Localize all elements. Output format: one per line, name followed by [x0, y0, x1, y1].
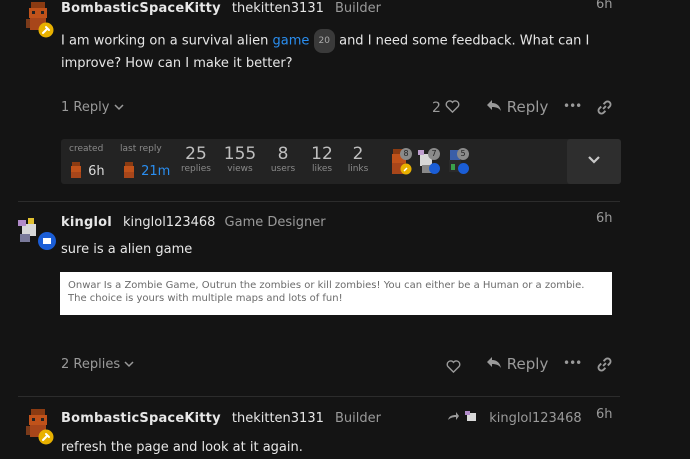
- last-reply-label: last reply: [120, 144, 162, 154]
- heart-icon: [446, 360, 461, 374]
- hammer-icon: [400, 163, 412, 175]
- stat-number: 2: [352, 144, 364, 164]
- reply-to-arrow-icon: [448, 412, 459, 420]
- username[interactable]: kinglol: [61, 215, 112, 230]
- post-header: BombasticSpaceKitty thekitten3131 Builde…: [61, 407, 381, 426]
- replies-toggle-label: 1 Reply: [61, 100, 110, 115]
- link-icon: [597, 100, 612, 115]
- user-handle[interactable]: kinglol123468: [123, 215, 215, 230]
- share-link-button[interactable]: [597, 357, 612, 376]
- heart-icon: [445, 100, 460, 114]
- reply-arrow-icon: [487, 100, 501, 111]
- reply-button[interactable]: Reply: [486, 98, 548, 116]
- like-button[interactable]: 2: [432, 100, 460, 116]
- avatar-icon: [465, 411, 477, 421]
- chat-badge-icon: [38, 232, 56, 250]
- stat-users: 8 users: [265, 144, 301, 174]
- builder-badge: [38, 22, 54, 42]
- post-body: refresh the page and look at it again.: [61, 440, 303, 455]
- replies-toggle[interactable]: 1 Reply: [61, 100, 124, 115]
- stat-replies: 25 replies: [178, 144, 214, 174]
- post-text: I am working on a survival alien: [61, 33, 273, 49]
- builder-badge: [38, 429, 54, 449]
- post-text: and I need some feedback. What can I: [334, 33, 590, 49]
- post-body: I am working on a survival alien game 20…: [61, 29, 621, 75]
- post-divider: [18, 201, 620, 202]
- last-reply-value: 21m: [141, 164, 171, 179]
- post-divider: [18, 396, 620, 397]
- post-text: improve? How can I make it better?: [61, 56, 293, 71]
- user-title: Builder: [334, 1, 381, 16]
- username[interactable]: BombasticSpaceKitty: [61, 1, 221, 16]
- reply-to-username: kinglol123468: [489, 411, 582, 426]
- preview-text: Onwar Is a Zombie Game, Outrun the zombi…: [68, 280, 585, 304]
- participant-post-count: 8: [400, 148, 412, 160]
- post-time[interactable]: 6h: [596, 211, 613, 226]
- stat-label: likes: [311, 164, 333, 174]
- chevron-down-icon: [124, 361, 134, 368]
- post-time[interactable]: 6h: [596, 407, 613, 422]
- stat-number: 155: [223, 144, 257, 164]
- user-title: Game Designer: [224, 215, 326, 230]
- link-icon: [597, 357, 612, 372]
- participant-avatar[interactable]: 5: [445, 148, 473, 176]
- expand-topic-map-button[interactable]: [567, 139, 621, 184]
- stat-label: links: [347, 164, 369, 174]
- stat-number: 12: [311, 144, 333, 164]
- post-time[interactable]: 6h: [596, 0, 613, 12]
- hammer-icon: [38, 429, 54, 445]
- more-actions-button[interactable]: •••: [563, 99, 582, 113]
- last-reply-info[interactable]: 21m: [122, 160, 170, 179]
- chevron-down-icon: [588, 156, 600, 164]
- user-handle[interactable]: thekitten3131: [232, 1, 324, 16]
- avatar-icon: [71, 162, 81, 178]
- chevron-down-icon: [114, 104, 124, 111]
- stat-label: views: [227, 164, 253, 174]
- stat-views: 155 views: [222, 144, 258, 174]
- replies-toggle[interactable]: 2 Replies: [61, 357, 134, 372]
- more-actions-button[interactable]: •••: [563, 356, 582, 370]
- reply-button[interactable]: Reply: [486, 355, 548, 373]
- topic-map: created 6h last reply 21m 25 replies 155…: [61, 139, 621, 184]
- created-value: 6h: [88, 164, 105, 179]
- created-label: created: [69, 144, 104, 154]
- participant-post-count: 5: [457, 148, 469, 160]
- like-button[interactable]: [446, 358, 461, 377]
- post-body: sure is a alien game: [61, 242, 193, 257]
- game-link[interactable]: game: [272, 34, 309, 49]
- chat-badge-icon: [458, 163, 469, 174]
- reply-to-tab[interactable]: kinglol123468: [447, 407, 582, 426]
- link-preview[interactable]: Onwar Is a Zombie Game, Outrun the zombi…: [60, 272, 612, 315]
- reply-label: Reply: [506, 98, 549, 116]
- stat-label: replies: [181, 164, 211, 174]
- reply-label: Reply: [506, 355, 549, 373]
- chat-badge-icon: [429, 163, 440, 174]
- share-link-button[interactable]: [597, 100, 612, 119]
- hammer-icon: [38, 22, 54, 38]
- post-header: kinglol kinglol123468 Game Designer: [61, 211, 326, 230]
- reply-arrow-icon: [487, 357, 501, 368]
- username[interactable]: BombasticSpaceKitty: [61, 411, 221, 426]
- stat-number: 8: [277, 144, 289, 164]
- participant-avatar[interactable]: 7: [416, 148, 444, 176]
- stat-likes: 12 likes: [304, 144, 340, 174]
- replies-toggle-label: 2 Replies: [61, 357, 121, 372]
- created-info[interactable]: 6h: [69, 160, 105, 179]
- stat-label: users: [270, 164, 296, 174]
- participant-post-count: 7: [428, 148, 440, 160]
- post-header: BombasticSpaceKitty thekitten3131 Builde…: [61, 0, 381, 16]
- stat-number: 25: [185, 144, 207, 164]
- user-handle[interactable]: thekitten3131: [232, 411, 324, 426]
- link-click-count: 20: [313, 29, 335, 53]
- avatar-icon: [124, 162, 134, 178]
- user-title: Builder: [334, 411, 381, 426]
- stat-links[interactable]: 2 links: [340, 144, 376, 174]
- like-count: 2: [432, 100, 441, 116]
- participant-avatar[interactable]: 8: [388, 148, 416, 176]
